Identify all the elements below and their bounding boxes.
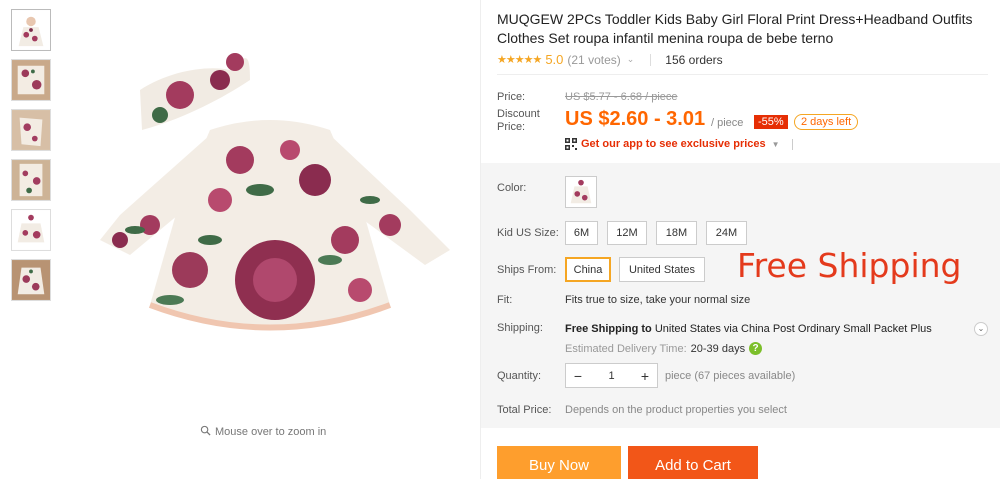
total-price-value: Depends on the product properties you se… bbox=[565, 404, 787, 416]
help-icon[interactable]: ? bbox=[749, 342, 763, 355]
shipping-chevron-icon[interactable]: ⌄ bbox=[974, 322, 988, 336]
thumbnail-4[interactable] bbox=[11, 159, 51, 201]
votes-link[interactable]: (21 votes) bbox=[567, 53, 620, 67]
size-option-24m[interactable]: 24M bbox=[706, 221, 747, 245]
delivery-estimate: Estimated Delivery Time: 20-39 days ? bbox=[565, 342, 763, 355]
color-swatch[interactable] bbox=[565, 176, 597, 208]
qr-code-icon bbox=[565, 138, 577, 150]
total-price-label: Total Price: bbox=[497, 404, 552, 416]
caret-down-icon: ▼ bbox=[771, 139, 780, 149]
rating-score: 5.0 bbox=[545, 52, 564, 67]
eta-days: 20-39 days bbox=[690, 342, 746, 355]
thumbnail-3[interactable] bbox=[11, 109, 51, 151]
original-price: US $5.77 - 6.68 / piece bbox=[565, 91, 678, 103]
shipping-method: Free Shipping to United States via China… bbox=[565, 323, 932, 335]
size-label: Kid US Size: bbox=[497, 227, 559, 239]
quantity-label: Quantity: bbox=[497, 370, 542, 382]
divider bbox=[650, 53, 652, 66]
thumbnail-5[interactable] bbox=[11, 209, 51, 251]
price-label: Price: bbox=[497, 91, 526, 103]
ships-from-united-states[interactable]: United States bbox=[619, 257, 705, 282]
plus-button[interactable]: + bbox=[633, 368, 657, 384]
zoom-hint-text: Mouse over to zoom in bbox=[215, 426, 327, 438]
size-option-12m[interactable]: 12M bbox=[607, 221, 647, 245]
discount-badge: -55% bbox=[754, 115, 788, 129]
fit-label: Fit: bbox=[497, 294, 513, 306]
price-unit: / piece bbox=[711, 117, 744, 129]
chevron-down-icon[interactable]: ⌄ bbox=[627, 54, 635, 65]
app-promo-link[interactable]: Get our app to see exclusive prices ▼ bbox=[565, 138, 793, 150]
zoom-hint: Mouse over to zoom in bbox=[200, 425, 326, 439]
free-shipping-banner: Free Shipping bbox=[737, 246, 962, 285]
minus-button[interactable]: − bbox=[566, 368, 590, 384]
eta-label: Estimated Delivery Time: bbox=[565, 342, 687, 355]
divider bbox=[791, 138, 793, 150]
shipping-label: Shipping: bbox=[497, 322, 543, 334]
buy-now-button[interactable]: Buy Now bbox=[497, 446, 621, 479]
size-option-18m[interactable]: 18M bbox=[656, 221, 697, 245]
thumbnail-1[interactable] bbox=[11, 9, 51, 51]
product-detail-panel: MUQGEW 2PCs Toddler Kids Baby Girl Flora… bbox=[480, 0, 1000, 479]
rating-row: ★★★★★ 5.0 (21 votes) ⌄ 156 orders bbox=[497, 52, 723, 67]
free-shipping-text: Free Shipping to bbox=[565, 323, 652, 335]
discount-price: US $2.60 - 3.01 bbox=[565, 108, 706, 130]
magnifier-icon bbox=[200, 425, 211, 439]
add-to-cart-button[interactable]: Add to Cart bbox=[628, 446, 758, 479]
app-promo-text: Get our app to see exclusive prices bbox=[581, 138, 766, 150]
discount-price-label: Discount Price: bbox=[497, 108, 540, 133]
product-main-image[interactable] bbox=[60, 0, 480, 420]
ships-from-label: Ships From: bbox=[497, 264, 557, 276]
thumbnail-2[interactable] bbox=[11, 59, 51, 101]
fit-value: Fits true to size, take your normal size bbox=[565, 294, 751, 306]
product-title: MUQGEW 2PCs Toddler Kids Baby Girl Flora… bbox=[497, 11, 973, 46]
days-left-badge: 2 days left bbox=[794, 114, 859, 130]
ships-from-china[interactable]: China bbox=[565, 257, 611, 282]
orders-count: 156 orders bbox=[665, 52, 723, 67]
size-option-6m[interactable]: 6M bbox=[565, 221, 598, 245]
quantity-input[interactable]: 1 bbox=[590, 370, 633, 382]
thumbnail-list bbox=[11, 9, 53, 309]
thumbnail-6[interactable] bbox=[11, 259, 51, 301]
star-rating-icon: ★★★★★ bbox=[497, 54, 542, 66]
quantity-stepper: − 1 + bbox=[565, 363, 658, 388]
quantity-available: piece (67 pieces available) bbox=[665, 370, 796, 382]
color-label: Color: bbox=[497, 182, 527, 194]
divider bbox=[497, 74, 988, 75]
shipping-detail: United States via China Post Ordinary Sm… bbox=[651, 323, 932, 335]
